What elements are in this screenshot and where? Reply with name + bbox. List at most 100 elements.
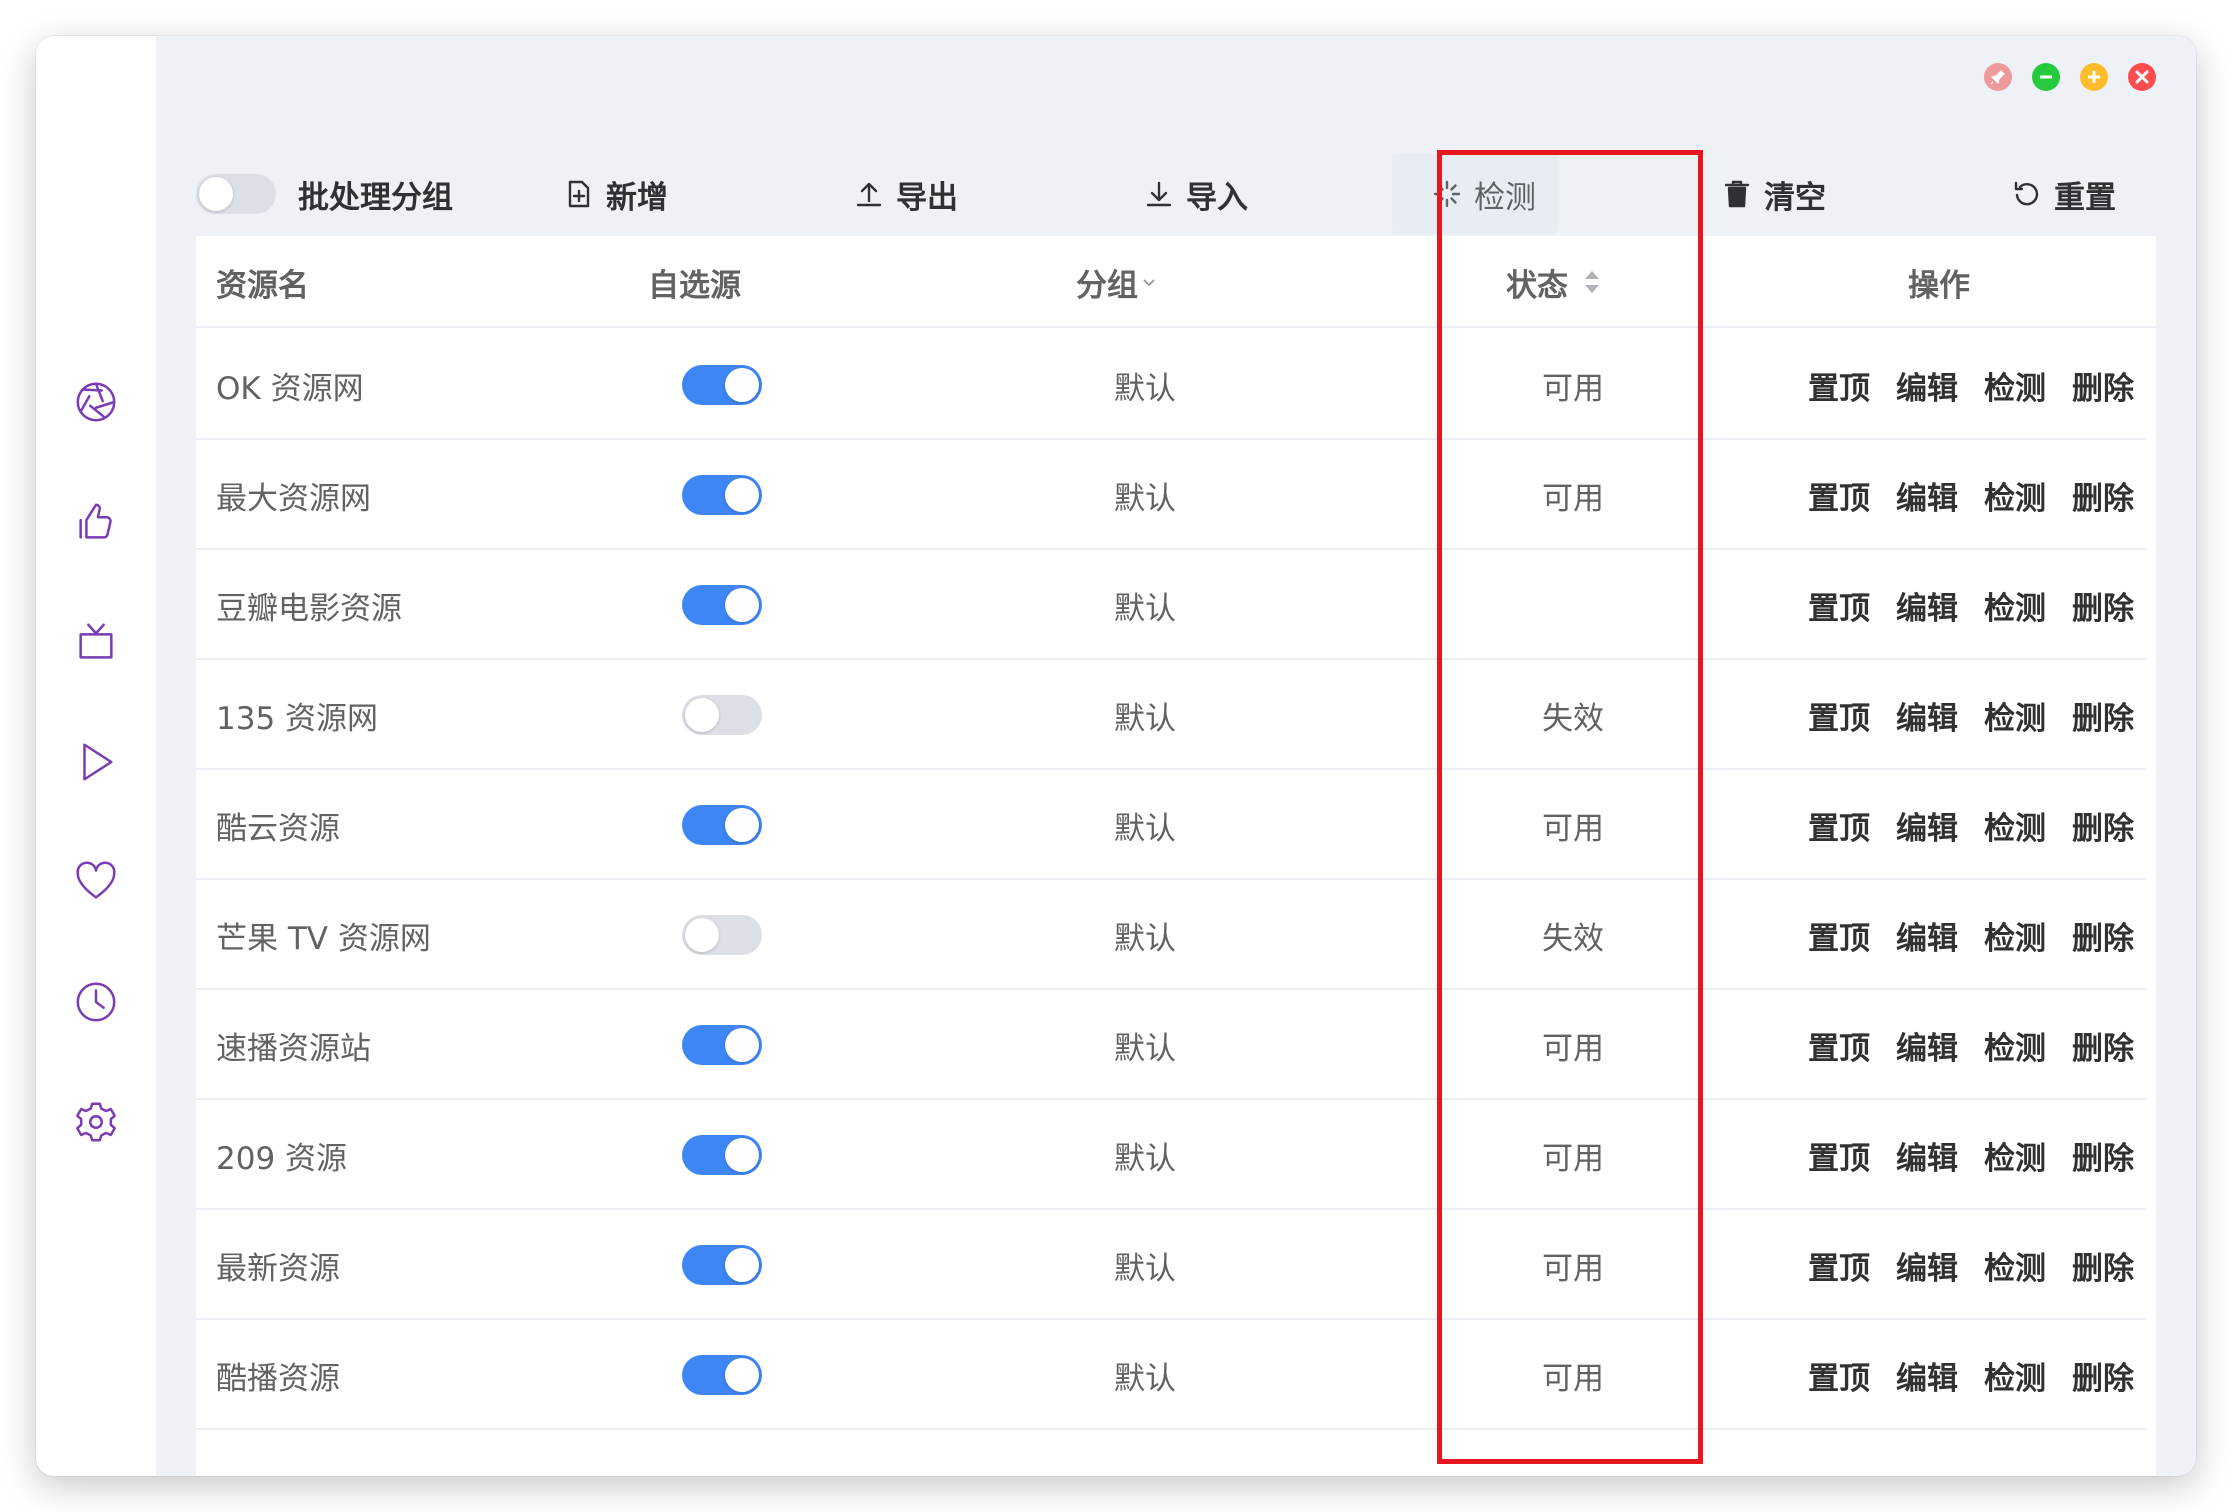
delete-link[interactable]: 删除 <box>2072 1243 2134 1288</box>
row-actions: 置顶 编辑 检测 删除 <box>1808 1210 2134 1320</box>
edit-link[interactable]: 编辑 <box>1896 1353 1958 1398</box>
check-link[interactable]: 检测 <box>1984 363 2046 408</box>
edit-link[interactable]: 编辑 <box>1896 1133 1958 1178</box>
delete-link[interactable]: 删除 <box>2072 803 2134 848</box>
custom-source-switch[interactable] <box>682 805 762 845</box>
pin-top-link[interactable]: 置顶 <box>1808 1133 1870 1178</box>
clock-icon[interactable] <box>66 972 126 1032</box>
edit-link[interactable]: 编辑 <box>1896 473 1958 518</box>
pin-button[interactable] <box>1984 63 2012 91</box>
delete-link[interactable]: 删除 <box>2072 583 2134 628</box>
check-link[interactable]: 检测 <box>1984 803 2046 848</box>
status-value: 失效 <box>1542 700 1604 737</box>
delete-link[interactable]: 删除 <box>2072 913 2134 958</box>
detect-button[interactable]: 检测 <box>1392 154 1558 234</box>
pin-top-link[interactable]: 置顶 <box>1808 1023 1870 1068</box>
reset-button[interactable]: 重置 <box>2012 154 2116 234</box>
clear-button[interactable]: 清空 <box>1722 154 1826 234</box>
delete-link[interactable]: 删除 <box>2072 473 2134 518</box>
custom-source-cell <box>682 330 762 440</box>
check-link[interactable]: 检测 <box>1984 583 2046 628</box>
sort-icon <box>1585 271 1599 293</box>
tv-icon[interactable] <box>66 612 126 672</box>
pin-top-link[interactable]: 置顶 <box>1808 693 1870 738</box>
custom-source-cell <box>682 1210 762 1320</box>
table-row: 酷播资源 默认 可用 置顶 编辑 检测 删除 <box>196 1320 2146 1430</box>
table-row: 最新资源 默认 可用 置顶 编辑 检测 删除 <box>196 1210 2146 1320</box>
edit-link[interactable]: 编辑 <box>1896 363 1958 408</box>
group-value: 默认 <box>1114 1360 1176 1397</box>
add-button[interactable]: 新增 <box>564 154 668 234</box>
row-actions: 置顶 编辑 检测 删除 <box>1808 990 2134 1100</box>
column-header-group[interactable]: 分组 <box>1076 236 1156 328</box>
check-link[interactable]: 检测 <box>1984 693 2046 738</box>
edit-link[interactable]: 编辑 <box>1896 583 1958 628</box>
source-name: 芒果 TV 资源网 <box>216 920 431 957</box>
column-header-actions: 操作 <box>1908 267 1970 304</box>
export-button[interactable]: 导出 <box>854 154 958 234</box>
import-button[interactable]: 导入 <box>1144 154 1248 234</box>
custom-source-switch[interactable] <box>682 365 762 405</box>
pin-top-link[interactable]: 置顶 <box>1808 1353 1870 1398</box>
table-row: OK 资源网 默认 可用 置顶 编辑 检测 删除 <box>196 330 2146 440</box>
thumbs-up-icon[interactable] <box>66 492 126 552</box>
delete-link[interactable]: 删除 <box>2072 1133 2134 1178</box>
edit-link[interactable]: 编辑 <box>1896 803 1958 848</box>
custom-source-switch[interactable] <box>682 1135 762 1175</box>
table-row: 豆瓣电影资源 默认 置顶 编辑 检测 删除 <box>196 550 2146 660</box>
batch-group-toggle[interactable]: 批处理分组 <box>196 154 453 234</box>
row-actions: 置顶 编辑 检测 删除 <box>1808 330 2134 440</box>
delete-link[interactable]: 删除 <box>2072 1023 2134 1068</box>
custom-source-switch[interactable] <box>682 695 762 735</box>
pin-top-link[interactable]: 置顶 <box>1808 363 1870 408</box>
check-link[interactable]: 检测 <box>1984 1133 2046 1178</box>
pin-icon <box>1990 70 2005 85</box>
check-link[interactable]: 检测 <box>1984 1353 2046 1398</box>
trash-icon <box>1724 180 1750 208</box>
pin-top-link[interactable]: 置顶 <box>1808 913 1870 958</box>
check-link[interactable]: 检测 <box>1984 913 2046 958</box>
pin-top-link[interactable]: 置顶 <box>1808 803 1870 848</box>
pin-top-link[interactable]: 置顶 <box>1808 583 1870 628</box>
edit-link[interactable]: 编辑 <box>1896 913 1958 958</box>
reset-label: 重置 <box>2054 179 2116 216</box>
heart-icon[interactable] <box>66 852 126 912</box>
close-button[interactable] <box>2128 63 2156 91</box>
play-icon[interactable] <box>66 732 126 792</box>
custom-source-switch[interactable] <box>682 475 762 515</box>
edit-link[interactable]: 编辑 <box>1896 1023 1958 1068</box>
custom-source-cell <box>682 1100 762 1210</box>
check-link[interactable]: 检测 <box>1984 1023 2046 1068</box>
maximize-button[interactable] <box>2080 63 2108 91</box>
minimize-button[interactable] <box>2032 63 2060 91</box>
clear-label: 清空 <box>1764 179 1826 216</box>
custom-source-switch[interactable] <box>682 915 762 955</box>
delete-link[interactable]: 删除 <box>2072 693 2134 738</box>
custom-source-switch[interactable] <box>682 1025 762 1065</box>
source-name: OK 资源网 <box>216 370 364 407</box>
custom-source-cell <box>682 990 762 1100</box>
status-value: 可用 <box>1542 1250 1604 1287</box>
custom-source-cell <box>682 1320 762 1430</box>
custom-source-cell <box>682 660 762 770</box>
detect-label: 检测 <box>1474 179 1536 216</box>
custom-source-switch[interactable] <box>682 1245 762 1285</box>
column-header-status[interactable]: 状态 <box>1506 236 1602 328</box>
pin-top-link[interactable]: 置顶 <box>1808 473 1870 518</box>
status-value: 失效 <box>1542 920 1604 957</box>
pin-top-link[interactable]: 置顶 <box>1808 1243 1870 1288</box>
aperture-icon[interactable] <box>66 372 126 432</box>
custom-source-switch[interactable] <box>682 585 762 625</box>
source-name: 135 资源网 <box>216 700 379 737</box>
edit-link[interactable]: 编辑 <box>1896 693 1958 738</box>
delete-link[interactable]: 删除 <box>2072 1353 2134 1398</box>
batch-group-switch[interactable] <box>196 174 276 214</box>
check-link[interactable]: 检测 <box>1984 1243 2046 1288</box>
custom-source-switch[interactable] <box>682 1355 762 1395</box>
source-table: 资源名 自选源 分组 状态 操作 OK 资源网 默认 可用 置顶 编辑 检测 删除 最大资源网… <box>196 236 2156 1476</box>
edit-link[interactable]: 编辑 <box>1896 1243 1958 1288</box>
check-link[interactable]: 检测 <box>1984 473 2046 518</box>
settings-icon[interactable] <box>66 1092 126 1152</box>
delete-link[interactable]: 删除 <box>2072 363 2134 408</box>
sidebar <box>36 36 156 1476</box>
